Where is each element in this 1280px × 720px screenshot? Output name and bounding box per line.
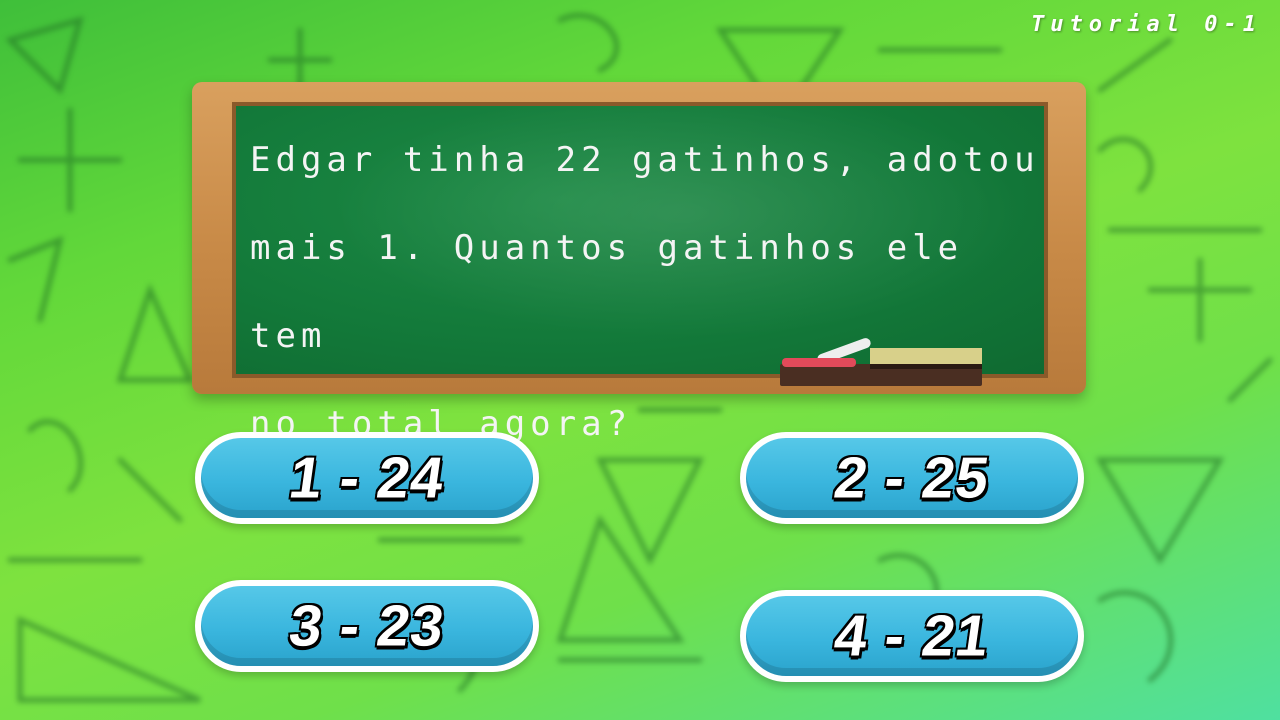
answer-label: 2 - 25 (830, 445, 994, 511)
answer-label: 3 - 23 (285, 593, 449, 659)
level-label: Tutorial 0-1 (1031, 12, 1262, 37)
answer-button-2[interactable]: 2 - 25 (740, 432, 1084, 524)
chalkboard-surface: Edgar tinha 22 gatinhos, adotou mais 1. … (232, 102, 1048, 444)
question-text: Edgar tinha 22 gatinhos, adotou mais 1. … (250, 116, 1040, 468)
answer-button-4[interactable]: 4 - 21 (740, 590, 1084, 682)
eraser-icon (870, 348, 982, 369)
chalkboard: Edgar tinha 22 gatinhos, adotou mais 1. … (192, 82, 1086, 444)
chalk-red-icon (782, 358, 856, 367)
answer-label: 4 - 21 (830, 603, 994, 669)
answer-label: 1 - 24 (285, 445, 449, 511)
answer-button-3[interactable]: 3 - 23 (195, 580, 539, 672)
answer-button-1[interactable]: 1 - 24 (195, 432, 539, 524)
question-line-1: Edgar tinha 22 gatinhos, adotou (250, 140, 1040, 180)
